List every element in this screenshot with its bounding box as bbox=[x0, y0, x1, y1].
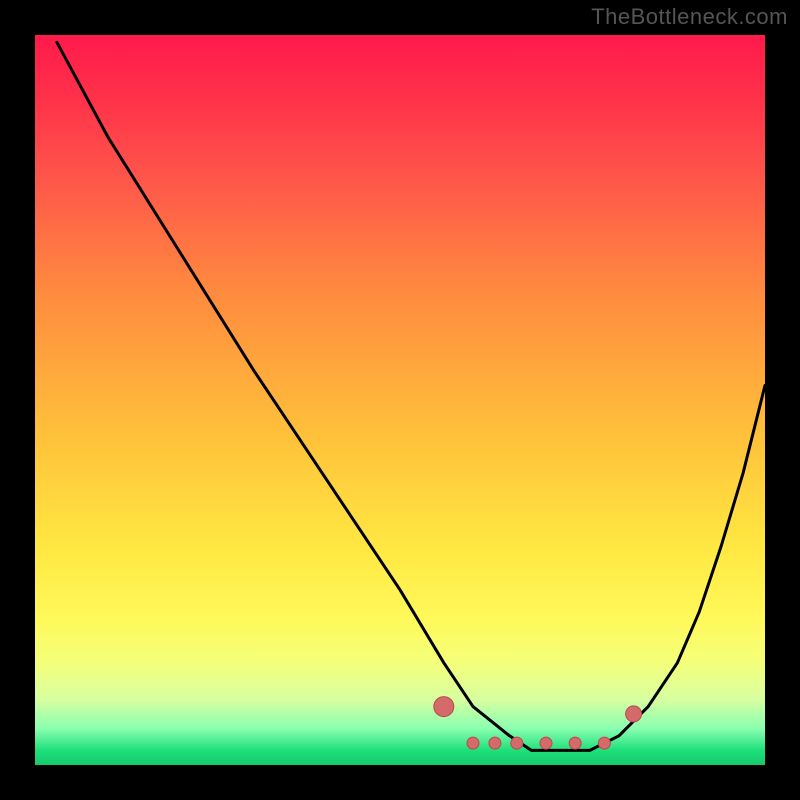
data-marker bbox=[598, 737, 610, 749]
curve-layer bbox=[35, 35, 765, 765]
data-marker bbox=[626, 706, 642, 722]
markers-group bbox=[434, 697, 642, 750]
data-marker bbox=[467, 737, 479, 749]
watermark-text: TheBottleneck.com bbox=[591, 4, 788, 30]
data-marker bbox=[511, 737, 523, 749]
data-marker bbox=[489, 737, 501, 749]
data-marker bbox=[434, 697, 454, 717]
chart-frame: TheBottleneck.com bbox=[0, 0, 800, 800]
data-marker bbox=[569, 737, 581, 749]
plot-area bbox=[35, 35, 765, 765]
bottleneck-curve bbox=[57, 42, 765, 750]
data-marker bbox=[540, 737, 552, 749]
